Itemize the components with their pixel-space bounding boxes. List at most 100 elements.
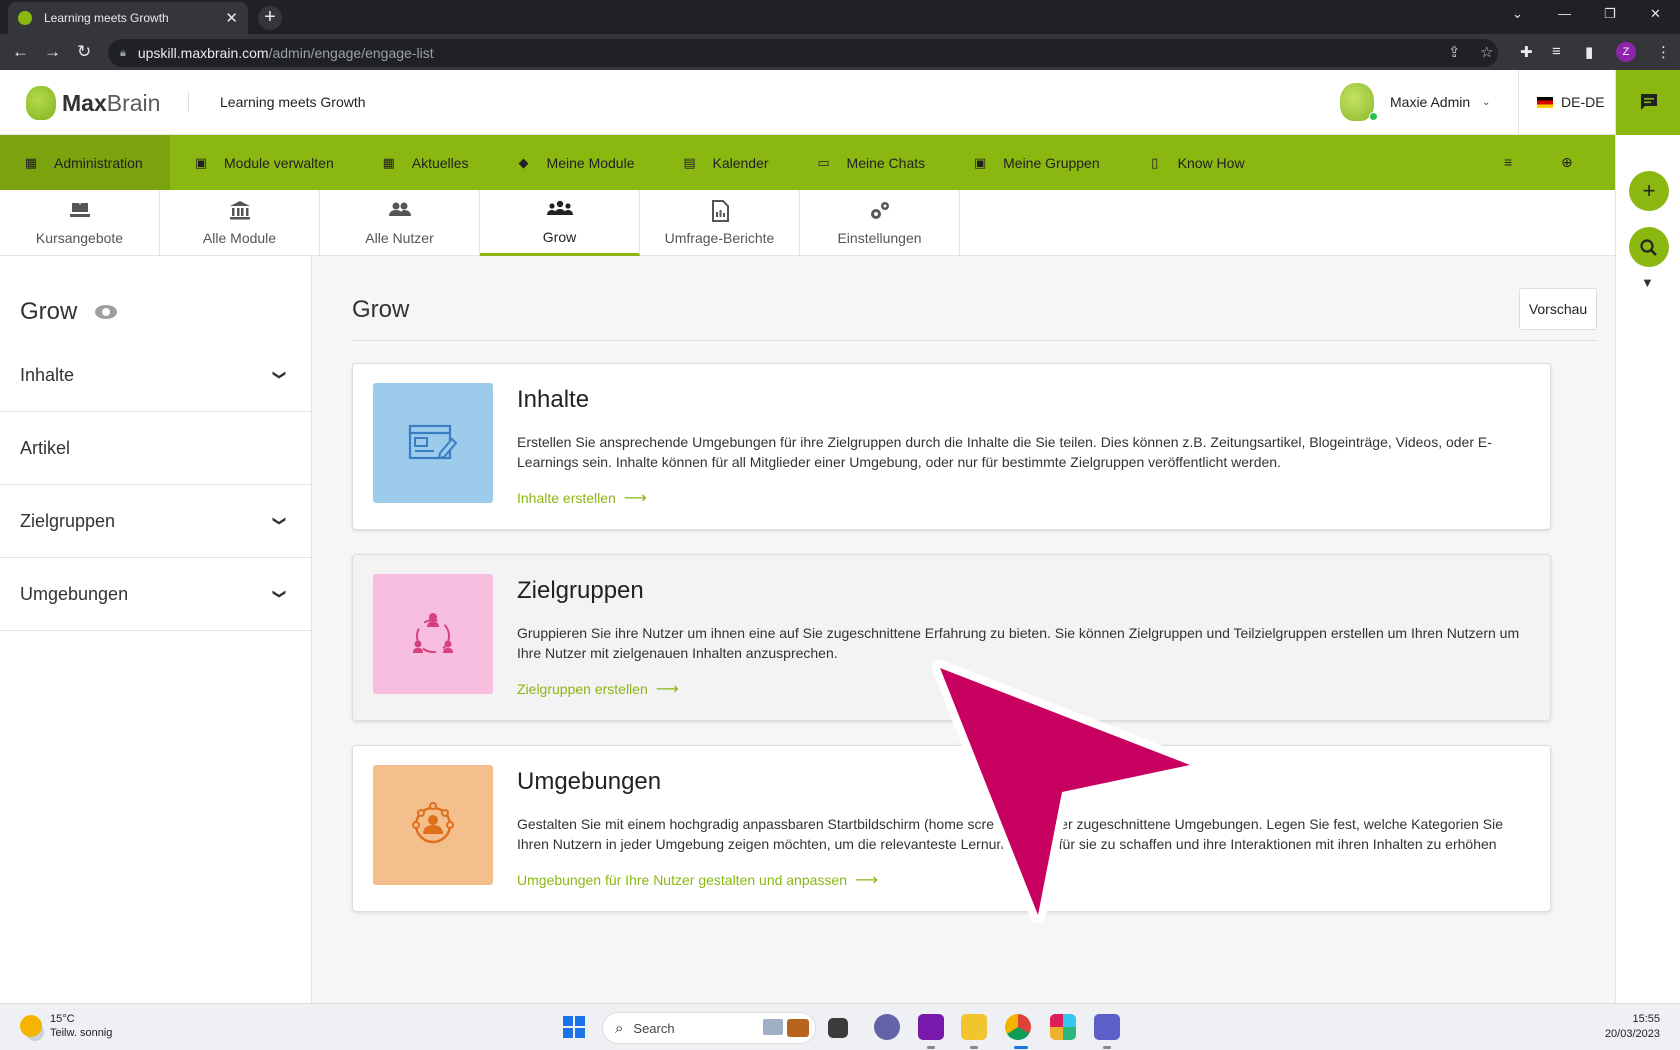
tab-label: Alle Module [202, 230, 277, 246]
taskbar-search-placeholder: Search [633, 1020, 675, 1036]
tab-alle-nutzer[interactable]: Alle Nutzer [320, 190, 480, 256]
close-tab-icon[interactable]: ✕ [225, 9, 238, 27]
reload-icon[interactable]: ↻ [77, 42, 91, 62]
extensions-icon[interactable]: ✚ [1520, 43, 1533, 61]
tab-kursangebote[interactable]: Kursangebote [0, 190, 160, 256]
card-description: Gestalten Sie mit einem hochgradig anpas… [517, 816, 1504, 852]
german-flag-icon [1537, 96, 1553, 108]
meet-chat-icon[interactable] [874, 1014, 900, 1040]
nav-item-label: Meine Chats [846, 154, 926, 171]
forward-icon[interactable]: → [44, 42, 61, 62]
search-highlight-icon [763, 1019, 783, 1035]
onenote-icon[interactable] [918, 1014, 944, 1040]
collapse-menu-icon[interactable]: ≡ [1504, 154, 1512, 170]
module-manage-icon: ▣ [194, 154, 208, 170]
share-icon[interactable]: ⇪ [1448, 43, 1461, 61]
calendar-icon: ▤ [683, 154, 696, 170]
address-bar[interactable]: 🔒︎ upskill.maxbrain.com/admin/engage/eng… [108, 39, 1498, 67]
close-window-icon[interactable]: ✕ [1650, 6, 1661, 22]
preview-button[interactable]: Vorschau [1519, 288, 1597, 330]
media-icon[interactable]: ≡ [1552, 43, 1561, 60]
new-tab-button[interactable]: + [258, 6, 282, 30]
sidebar-item-label: Umgebungen [20, 583, 129, 604]
tab-umfrage-berichte[interactable]: Umfrage-Berichte [640, 190, 800, 256]
sidebar-item-inhalte[interactable]: Inhalte ❯ [0, 339, 311, 412]
create-zielgruppen-link[interactable]: Zielgruppen erstellen ⟶ [517, 679, 679, 699]
teams-icon[interactable] [1094, 1014, 1120, 1040]
online-status-icon [1369, 112, 1378, 121]
tab-search-icon[interactable]: ⌄ [1512, 6, 1523, 22]
tab-label: Kursangebote [35, 230, 124, 246]
add-circle-icon[interactable]: ⊕ [1561, 154, 1573, 171]
tab-label: Alle Nutzer [365, 230, 434, 246]
tab-grow[interactable]: Grow [480, 190, 640, 256]
taskbar-search[interactable]: ⌕ Search [602, 1012, 816, 1044]
nav-item-know-how[interactable]: ▯ Know How [1124, 135, 1269, 190]
sidebar-item-label: Zielgruppen [20, 510, 116, 531]
back-icon[interactable]: ← [12, 42, 29, 62]
card-tile-zielgruppen [373, 574, 493, 694]
nav-item-label: Module verwalten [224, 154, 334, 171]
bookmark-star-icon[interactable]: ☆ [1480, 43, 1493, 61]
user-name[interactable]: Maxie Admin [1390, 94, 1470, 110]
tab-alle-module[interactable]: Alle Module [160, 190, 320, 256]
language-switcher[interactable]: DE-DE [1537, 94, 1605, 110]
system-clock[interactable]: 15:55 20/03/2023 [1580, 1012, 1660, 1042]
nav-item-meine-module[interactable]: ◆ Meine Module [493, 135, 659, 190]
nav-item-module-verwalten[interactable]: ▣ Module verwalten [170, 135, 358, 190]
task-view-icon[interactable] [828, 1018, 848, 1038]
avatar[interactable] [1340, 83, 1378, 121]
windows-start-icon[interactable] [563, 1016, 585, 1038]
nav-item-meine-gruppen[interactable]: ▣ Meine Gruppen [949, 135, 1124, 190]
temperature: 15°C [50, 1013, 75, 1025]
chevron-down-icon[interactable]: ❯ [272, 516, 288, 527]
weather-widget[interactable]: 15°C Teilw. sonnig [20, 1012, 112, 1040]
customize-umgebungen-link[interactable]: Umgebungen für Ihre Nutzer gestalten und… [517, 870, 878, 890]
create-inhalte-link[interactable]: Inhalte erstellen ⟶ [517, 488, 647, 508]
slack-icon[interactable] [1050, 1014, 1076, 1040]
language-label[interactable]: DE-DE [1561, 94, 1605, 110]
card-title: Zielgruppen [517, 577, 644, 604]
sidebar-item-artikel[interactable]: Artikel [0, 412, 311, 485]
brain-logo-icon [26, 86, 56, 120]
card-umgebungen: Umgebungen Gestalten Sie mit einem hochg… [352, 745, 1551, 912]
lock-icon[interactable]: 🔒︎ [120, 47, 126, 60]
tab-einstellungen[interactable]: Einstellungen [800, 190, 960, 256]
nav-item-kalender[interactable]: ▤ Kalender [658, 135, 792, 190]
chevron-down-icon[interactable]: ⌄ [1482, 97, 1490, 108]
nav-item-aktuelles[interactable]: ▦ Aktuelles [358, 135, 493, 190]
url-path: /admin/engage/engage-list [268, 45, 434, 61]
app-header: MaxBrain Learning meets Growth Maxie Adm… [0, 70, 1615, 135]
monitor-icon: ▭ [817, 154, 830, 170]
tab-label: Grow [542, 228, 577, 245]
sidebar-item-umgebungen[interactable]: Umgebungen ❯ [0, 558, 311, 631]
chrome-icon[interactable] [1005, 1014, 1031, 1040]
browser-menu-icon[interactable]: ⋮ [1656, 43, 1671, 61]
restore-icon[interactable]: ❐ [1604, 6, 1616, 22]
admin-icon: ▦ [24, 154, 38, 170]
profile-avatar[interactable]: Z [1616, 42, 1636, 62]
chevron-down-icon[interactable]: ❯ [272, 370, 288, 381]
card-link-label: Zielgruppen erstellen [517, 681, 648, 697]
search-button[interactable] [1629, 227, 1669, 267]
side-panel-icon[interactable]: ▮ [1585, 43, 1593, 61]
card-zielgruppen: Zielgruppen Gruppieren Sie ihre Nutzer u… [352, 554, 1551, 721]
site-favicon-icon [18, 11, 32, 25]
maxbrain-logo[interactable]: MaxBrain [26, 86, 160, 120]
hand-book-icon [69, 200, 91, 224]
nav-item-administration[interactable]: ▦ Administration [0, 135, 170, 190]
chevron-down-icon[interactable]: ❯ [272, 589, 288, 600]
card-title: Umgebungen [517, 768, 662, 795]
chat-button[interactable] [1616, 70, 1680, 135]
user-menu[interactable]: Maxie Admin ⌄ [1340, 83, 1491, 121]
sidebar-item-zielgruppen[interactable]: Zielgruppen ❯ [0, 485, 311, 558]
eye-icon[interactable] [95, 305, 118, 319]
browser-tab[interactable]: Learning meets Growth ✕ [8, 2, 248, 34]
add-button[interactable]: + [1629, 171, 1669, 211]
rail-chevron-down-icon[interactable]: ▼ [1641, 275, 1654, 290]
nav-item-meine-chats[interactable]: ▭ Meine Chats [793, 135, 950, 190]
file-explorer-icon[interactable] [961, 1014, 987, 1040]
header-divider [188, 92, 189, 112]
search-icon: ⌕ [615, 1019, 624, 1037]
minimize-icon[interactable]: — [1558, 6, 1571, 21]
